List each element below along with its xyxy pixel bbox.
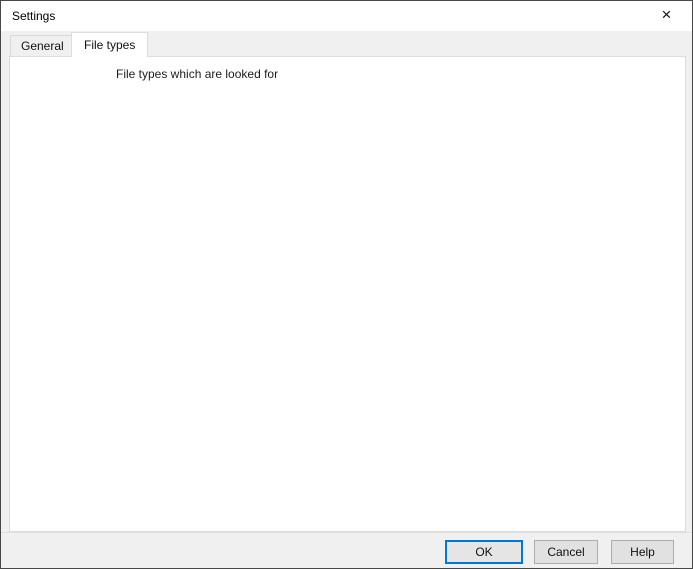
tab-general-label: General [21, 39, 64, 53]
groupbox-title: File types which are looked for [112, 67, 282, 81]
ok-button[interactable]: OK [445, 540, 523, 564]
dialog-footer: OK Cancel Help [1, 532, 692, 569]
help-button[interactable]: Help [611, 540, 674, 564]
cancel-button[interactable]: Cancel [534, 540, 598, 564]
tab-general[interactable]: General [10, 35, 75, 57]
close-icon[interactable]: × [644, 1, 689, 30]
settings-dialog: Settings × General File types File types… [0, 0, 693, 569]
tab-file-types[interactable]: File types [71, 32, 148, 57]
file-types-tab-page [9, 56, 686, 532]
titlebar: Settings × [1, 1, 692, 31]
window-title: Settings [12, 9, 55, 23]
tab-file-types-label: File types [84, 38, 135, 52]
